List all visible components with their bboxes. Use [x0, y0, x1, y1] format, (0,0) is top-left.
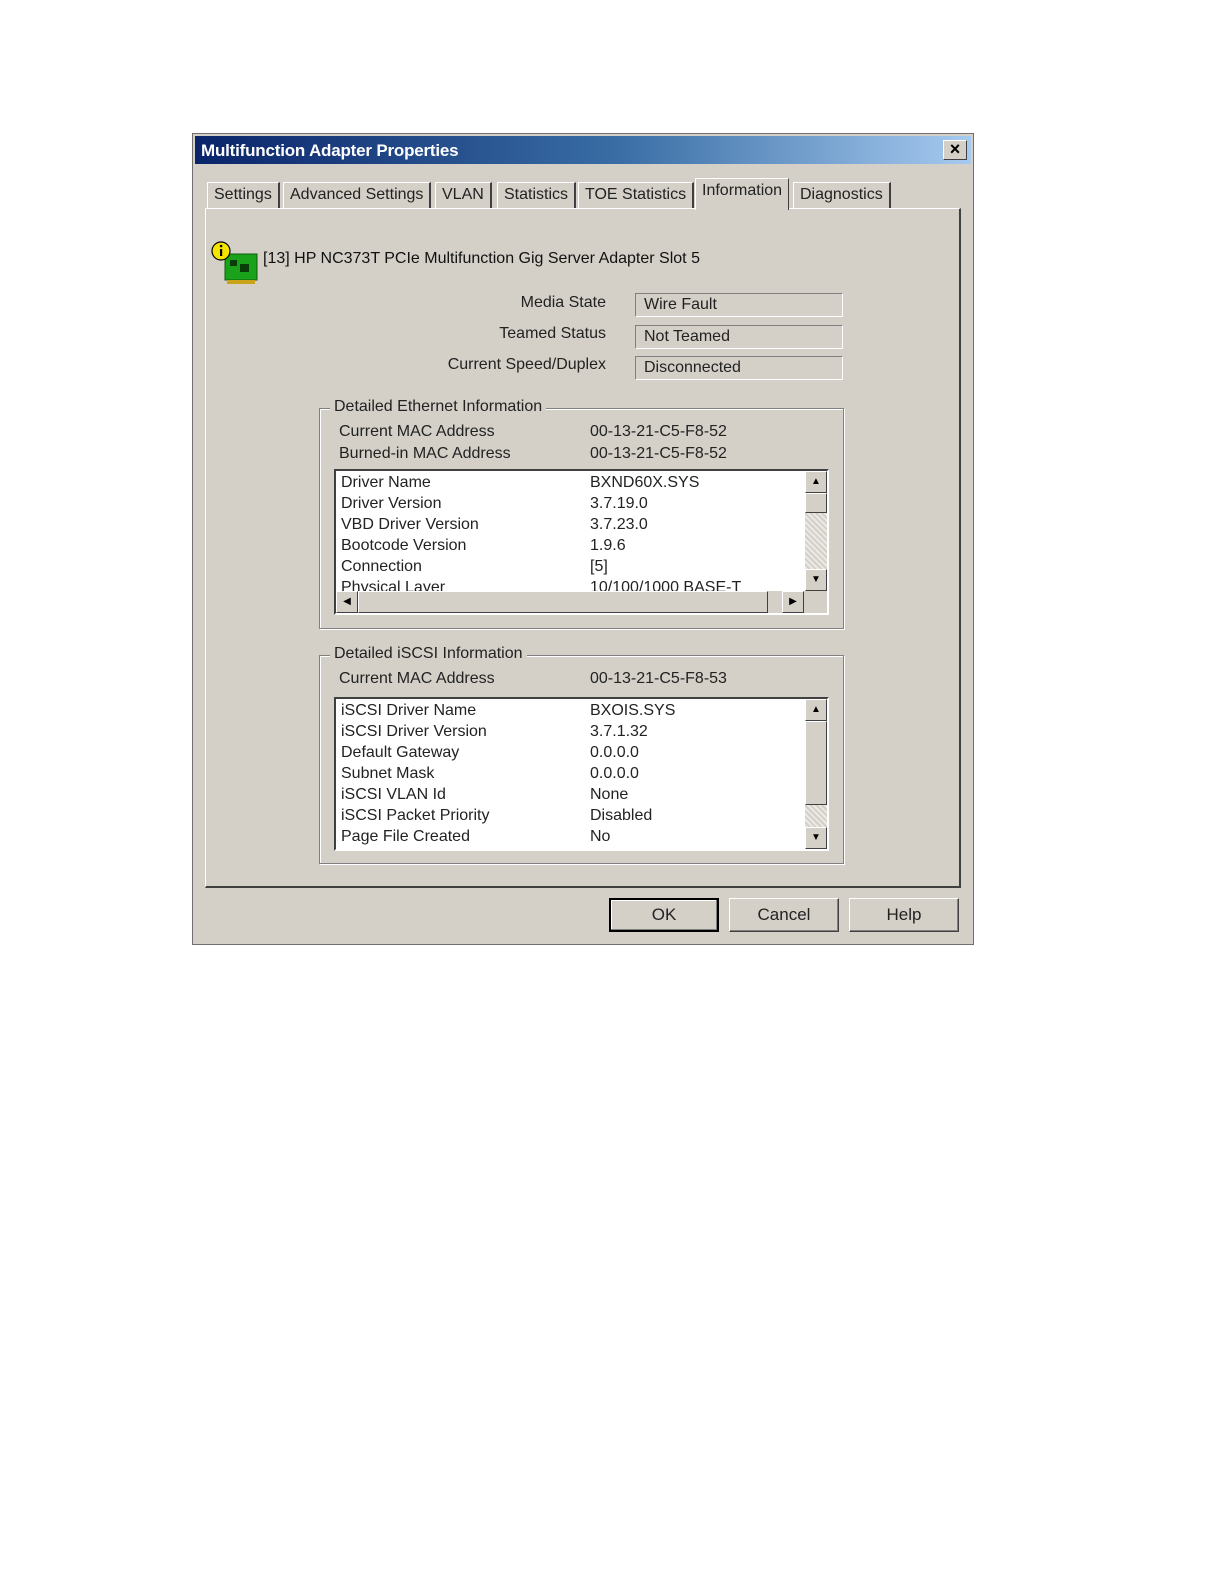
scroll-right-arrow-icon[interactable]: ▶	[782, 591, 804, 613]
scroll-down-arrow-icon[interactable]: ▼	[805, 569, 827, 591]
tab-vlan[interactable]: VLAN	[435, 182, 492, 208]
window-title: Multifunction Adapter Properties	[201, 141, 459, 160]
tab-settings[interactable]: Settings	[207, 182, 280, 208]
iscsi-details-list[interactable]: iSCSI Driver Name BXOIS.SYS iSCSI Driver …	[334, 697, 829, 851]
teamed-status-label: Teamed Status	[499, 325, 606, 342]
iscsi-mac-label: Current MAC Address	[339, 670, 495, 687]
ok-button[interactable]: OK	[609, 898, 719, 932]
scroll-up-arrow-icon[interactable]: ▲	[805, 699, 827, 721]
burned-mac-label: Burned-in MAC Address	[339, 445, 511, 462]
tab-statistics[interactable]: Statistics	[497, 182, 577, 208]
media-state-label: Media State	[520, 294, 606, 311]
adapter-properties-dialog: Multifunction Adapter Properties × Setti…	[192, 133, 974, 945]
scroll-left-arrow-icon[interactable]: ◀	[336, 591, 358, 613]
tab-toe-statistics[interactable]: TOE Statistics	[578, 182, 695, 208]
iscsi-mac-value: 00-13-21-C5-F8-53	[590, 670, 727, 687]
media-state-value: Wire Fault	[635, 293, 843, 317]
current-mac-value: 00-13-21-C5-F8-52	[590, 423, 727, 440]
scroll-thumb[interactable]	[805, 493, 827, 513]
tab-information[interactable]: Information	[695, 178, 790, 210]
scroll-down-arrow-icon[interactable]: ▼	[805, 827, 827, 849]
iscsi-vertical-scrollbar[interactable]: ▲ ▼	[805, 699, 827, 849]
scroll-up-arrow-icon[interactable]: ▲	[805, 471, 827, 493]
title-bar[interactable]: Multifunction Adapter Properties ×	[195, 136, 971, 164]
ethernet-vertical-scrollbar[interactable]: ▲ ▼	[805, 471, 827, 591]
close-icon: ×	[949, 139, 961, 159]
scroll-thumb[interactable]	[805, 721, 827, 805]
current-mac-label: Current MAC Address	[339, 423, 495, 440]
teamed-status-value: Not Teamed	[635, 325, 843, 349]
tab-advanced-settings[interactable]: Advanced Settings	[283, 182, 432, 208]
help-button[interactable]: Help	[849, 898, 959, 932]
ethernet-details-list[interactable]: Driver Name BXND60X.SYS Driver Version 3.7…	[334, 469, 829, 615]
speed-duplex-value: Disconnected	[635, 356, 843, 380]
ethernet-info-group: Detailed Ethernet Information Current MA…	[319, 398, 844, 629]
close-button[interactable]: ×	[943, 140, 967, 160]
iscsi-group-title: Detailed iSCSI Information	[330, 645, 527, 663]
ethernet-group-title: Detailed Ethernet Information	[330, 398, 547, 416]
info-network-adapter-icon	[211, 241, 258, 284]
ethernet-horizontal-scrollbar[interactable]: ◀ ▶	[336, 591, 827, 613]
tab-diagnostics[interactable]: Diagnostics	[793, 182, 891, 208]
iscsi-info-group: Detailed iSCSI Information Current MAC A…	[319, 645, 844, 864]
adapter-name: [13] HP NC373T PCIe Multifunction Gig Se…	[263, 250, 700, 267]
horizontal-scroll-thumb[interactable]	[358, 591, 768, 613]
speed-duplex-label: Current Speed/Duplex	[447, 356, 606, 373]
cancel-button[interactable]: Cancel	[729, 898, 839, 932]
burned-mac-value: 00-13-21-C5-F8-52	[590, 445, 727, 462]
